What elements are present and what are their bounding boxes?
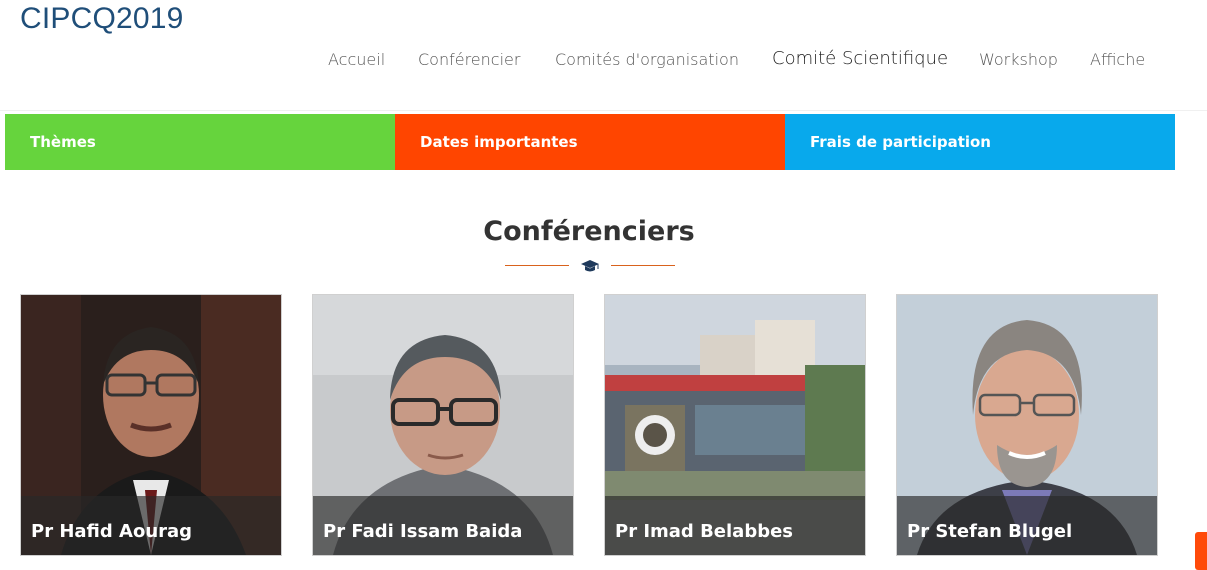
divider-line-right [611, 265, 675, 266]
header-divider [0, 110, 1207, 111]
speaker-name[interactable]: Pr Hafid Aourag [31, 521, 192, 542]
tab-frais-label: Frais de participation [810, 133, 991, 151]
speaker-card[interactable]: Pr Stefan Blugel [896, 294, 1158, 556]
tab-themes-label: Thèmes [30, 133, 96, 151]
site-logo-title[interactable]: CIPCQ2019 [20, 2, 184, 36]
nav-item-affiche[interactable]: Affiche [1090, 50, 1145, 69]
divider-line-left [505, 265, 569, 266]
speaker-card[interactable]: Pr Fadi Issam Baida [312, 294, 574, 556]
nav-item-comite-scientifique[interactable]: Comité Scientifique [772, 48, 948, 69]
speaker-name[interactable]: Pr Stefan Blugel [907, 521, 1072, 542]
section-title: Conférenciers [483, 216, 695, 247]
floating-side-tab[interactable] [1195, 532, 1207, 570]
speaker-name[interactable]: Pr Fadi Issam Baida [323, 521, 522, 542]
nav-item-conferencier[interactable]: Conférencier [418, 50, 520, 69]
speaker-card[interactable]: Pr Imad Belabbes [604, 294, 866, 556]
tab-frais-participation[interactable]: Frais de participation [785, 114, 1175, 170]
nav-item-accueil[interactable]: Accueil [328, 50, 385, 69]
nav-item-workshop[interactable]: Workshop [979, 50, 1058, 69]
tab-themes[interactable]: Thèmes [5, 114, 395, 170]
tab-dates-importantes[interactable]: Dates importantes [395, 114, 785, 170]
speaker-name[interactable]: Pr Imad Belabbes [615, 521, 793, 542]
speaker-card[interactable]: Pr Hafid Aourag [20, 294, 282, 556]
main-nav: Accueil Conférencier Comités d'organisat… [0, 48, 1207, 74]
graduation-cap-icon [581, 260, 599, 272]
section-divider [505, 258, 675, 274]
tab-dates-label: Dates importantes [420, 133, 578, 151]
info-tabs: Thèmes Dates importantes Frais de partic… [5, 114, 1175, 170]
speakers-grid: Pr Hafid Aourag Pr Fadi Issam Baida Pr I… [20, 294, 1160, 556]
nav-item-comites-organisation[interactable]: Comités d'organisation [555, 50, 739, 69]
